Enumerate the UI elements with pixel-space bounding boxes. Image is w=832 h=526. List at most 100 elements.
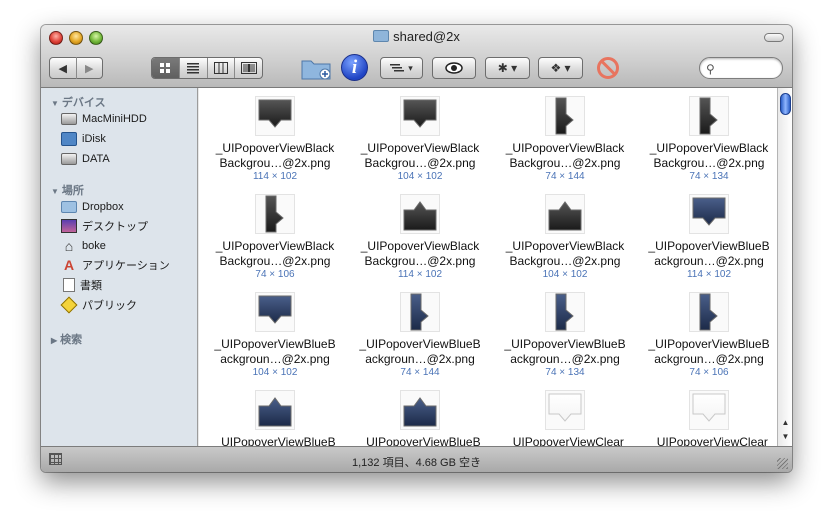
png-thumbnail xyxy=(689,390,729,430)
file-item[interactable]: _UIPopoverViewBlueB ackgroun…@2x.png 74 × … xyxy=(639,284,777,382)
file-name-line: _UIPopoverViewBlueB xyxy=(214,435,336,446)
file-item[interactable]: _UIPopoverViewBlack Backgrou…@2x.png 104 ×… xyxy=(350,88,490,186)
new-folder-button[interactable] xyxy=(301,56,331,80)
hdd-icon xyxy=(61,113,77,125)
file-thumbnail[interactable] xyxy=(205,194,345,234)
png-thumbnail xyxy=(689,292,729,332)
dropbox-button[interactable]: ❖ ▾ xyxy=(538,57,583,79)
file-name-line: ackgroun…@2x.png xyxy=(654,352,764,366)
back-button[interactable]: ◀ xyxy=(50,57,77,79)
action-button[interactable]: ✱ ▾ xyxy=(485,57,530,79)
file-thumbnail[interactable] xyxy=(495,292,635,332)
resize-grip-icon[interactable] xyxy=(777,458,788,469)
file-item[interactable]: _UIPopoverViewBlack Backgrou…@2x.png 114 ×… xyxy=(350,186,490,284)
file-name-line: _UIPopoverViewBlueB xyxy=(504,337,626,351)
file-item[interactable]: _UIPopoverViewBlueB ackgroun…@2x.png 104 ×… xyxy=(205,284,345,382)
sidebar-section-devices[interactable]: ▼ デバイス xyxy=(51,94,106,110)
file-thumbnail[interactable] xyxy=(350,292,490,332)
toolbar-toggle-button[interactable] xyxy=(764,33,784,42)
file-name: _UIPopoverViewBlueB xyxy=(205,435,345,446)
file-name-line: _UIPopoverViewBlack xyxy=(505,141,625,155)
file-thumbnail[interactable] xyxy=(639,390,777,430)
icon-view-button[interactable] xyxy=(152,58,180,78)
vertical-scrollbar[interactable]: ▲ ▼ xyxy=(777,88,792,446)
file-item[interactable]: _UIPopoverViewClear xyxy=(639,382,777,446)
sidebar-item-home[interactable]: ⌂ boke xyxy=(61,237,106,255)
file-item[interactable]: _UIPopoverViewBlueB ackgroun…@2x.png 74 × … xyxy=(350,284,490,382)
file-name-line: ackgroun…@2x.png xyxy=(654,254,764,268)
png-thumbnail xyxy=(545,390,585,430)
scrollbar-thumb[interactable] xyxy=(780,93,791,115)
get-info-button[interactable]: i xyxy=(341,54,368,81)
file-item[interactable]: _UIPopoverViewBlack Backgrou…@2x.png 74 × … xyxy=(205,186,345,284)
png-thumbnail xyxy=(545,96,585,136)
list-view-button[interactable] xyxy=(180,58,208,78)
coverflow-view-button[interactable] xyxy=(235,58,262,78)
column-view-button[interactable] xyxy=(208,58,236,78)
view-mode-control xyxy=(151,57,263,79)
coverflow-view-icon xyxy=(240,62,257,74)
sidebar-item-data[interactable]: DATA xyxy=(61,150,110,168)
file-name-line: _UIPopoverViewBlack xyxy=(215,239,335,253)
file-thumbnail[interactable] xyxy=(350,96,490,136)
file-thumbnail[interactable] xyxy=(639,292,777,332)
file-item[interactable]: _UIPopoverViewBlueB xyxy=(350,382,490,446)
file-thumbnail[interactable] xyxy=(205,390,345,430)
file-dimensions: 114 × 102 xyxy=(397,269,443,280)
file-item[interactable]: _UIPopoverViewBlack Backgrou…@2x.png 114 ×… xyxy=(205,88,345,186)
sidebar-item-label: iDisk xyxy=(82,133,106,145)
file-item[interactable]: _UIPopoverViewBlack Backgrou…@2x.png 74 × … xyxy=(495,88,635,186)
png-thumbnail xyxy=(689,96,729,136)
sidebar-item-macminihdd[interactable]: MacMiniHDD xyxy=(61,110,147,128)
file-item[interactable]: _UIPopoverViewBlueB ackgroun…@2x.png 74 × … xyxy=(495,284,635,382)
quick-look-button[interactable] xyxy=(432,57,476,79)
file-thumbnail[interactable] xyxy=(495,194,635,234)
sidebar-item-dropbox[interactable]: Dropbox xyxy=(61,198,124,216)
scroll-up-arrow-icon[interactable]: ▲ xyxy=(779,418,792,431)
file-name: _UIPopoverViewBlack Backgrou…@2x.png xyxy=(495,239,635,269)
file-name: _UIPopoverViewBlack Backgrou…@2x.png xyxy=(205,239,345,269)
sidebar-item-documents[interactable]: 書類 xyxy=(61,276,102,294)
search-input[interactable] xyxy=(722,60,778,76)
arrange-button[interactable]: ▾ xyxy=(380,57,423,79)
file-thumbnail[interactable] xyxy=(495,390,635,430)
prohibit-icon[interactable] xyxy=(597,57,619,79)
scroll-down-arrow-icon[interactable]: ▼ xyxy=(779,432,792,445)
file-item[interactable]: _UIPopoverViewBlack Backgrou…@2x.png 104 ×… xyxy=(495,186,635,284)
sidebar-section-places[interactable]: ▼ 場所 xyxy=(51,182,84,198)
file-name: _UIPopoverViewBlack Backgrou…@2x.png xyxy=(350,239,490,269)
file-thumbnail[interactable] xyxy=(639,194,777,234)
section-title: 場所 xyxy=(61,185,84,197)
file-thumbnail[interactable] xyxy=(495,96,635,136)
file-item[interactable]: _UIPopoverViewClear xyxy=(495,382,635,446)
file-name-line: Backgrou…@2x.png xyxy=(219,156,331,170)
file-item[interactable]: _UIPopoverViewBlueB ackgroun…@2x.png 114 ×… xyxy=(639,186,777,284)
forward-button[interactable]: ▶ xyxy=(77,57,103,79)
sidebar-item-idisk[interactable]: iDisk xyxy=(61,130,106,148)
file-dimensions: 74 × 106 xyxy=(255,269,295,280)
file-name-line: Backgrou…@2x.png xyxy=(219,254,331,268)
file-item[interactable]: _UIPopoverViewBlueB xyxy=(205,382,345,446)
file-dimensions: 74 × 144 xyxy=(400,367,440,378)
file-dimensions: 104 × 102 xyxy=(542,269,588,280)
sidebar-item-label: MacMiniHDD xyxy=(82,113,147,125)
file-thumbnail[interactable] xyxy=(205,292,345,332)
file-item[interactable]: _UIPopoverViewBlack Backgrou…@2x.png 74 × … xyxy=(639,88,777,186)
sidebar-item-applications[interactable]: A アプリケーション xyxy=(61,256,170,274)
folder-icon xyxy=(61,201,77,213)
file-name: _UIPopoverViewBlueB ackgroun…@2x.png xyxy=(495,337,635,367)
file-thumbnail[interactable] xyxy=(350,194,490,234)
sidebar-section-search[interactable]: ▶ 検索 xyxy=(51,331,82,347)
sidebar-item-label: boke xyxy=(82,240,106,252)
sidebar-item-label: DATA xyxy=(82,153,110,165)
file-name-line: _UIPopoverViewClear xyxy=(506,435,624,446)
finder-window: shared@2x ◀ ▶ i ▾ ✱ ▾ ❖ ▾ ⚲ ▼ デバイス MacMi… xyxy=(41,25,792,472)
sidebar-item-public[interactable]: パブリック xyxy=(60,296,137,314)
file-thumbnail[interactable] xyxy=(205,96,345,136)
png-thumbnail xyxy=(400,96,440,136)
file-dimensions: 104 × 102 xyxy=(252,367,298,378)
sidebar-item-desktop[interactable]: デスクトップ xyxy=(61,217,148,235)
file-thumbnail[interactable] xyxy=(639,96,777,136)
search-field[interactable]: ⚲ xyxy=(699,57,783,79)
file-thumbnail[interactable] xyxy=(350,390,490,430)
